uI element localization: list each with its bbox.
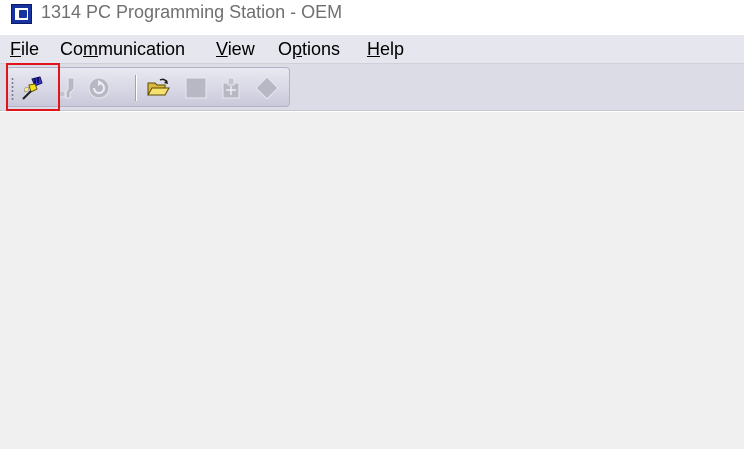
menu-communication[interactable]: Communication [60,39,185,60]
toolbar-separator [135,75,136,101]
connect-icon [22,76,43,100]
menu-mnemonic: p [292,39,303,59]
menu-view[interactable]: View [216,39,255,60]
disconnect-icon [58,77,75,99]
app-logo-icon [11,4,32,24]
refresh-icon [88,77,110,99]
menu-file[interactable]: File [10,39,39,60]
menu-options[interactable]: Options [278,39,340,60]
menu-mnemonic: V [216,39,228,59]
workspace-area [0,112,744,449]
stop-icon [185,77,207,99]
diamond-icon [255,76,279,100]
toolbar-grip[interactable] [11,77,14,101]
download-button[interactable] [217,74,245,102]
refresh-button[interactable] [85,74,113,102]
menu-mnemonic: F [10,39,21,59]
disconnect-button[interactable] [53,74,81,102]
menu-mnemonic: H [367,39,380,59]
open-file-button[interactable] [144,74,172,102]
title-bar: 1314 PC Programming Station - OEM [0,0,744,28]
toolbar-row [0,64,744,111]
download-icon [222,77,240,99]
stop-button[interactable] [182,74,210,102]
window-title: 1314 PC Programming Station - OEM [41,2,343,22]
menu-bar: File Communication View Options Help [0,35,744,64]
diamond-button[interactable] [253,74,281,102]
connect-button[interactable] [19,74,47,102]
main-toolbar [6,67,290,107]
menu-mnemonic: m [83,39,99,59]
open-folder-icon [147,78,170,96]
menu-help[interactable]: Help [367,39,404,60]
